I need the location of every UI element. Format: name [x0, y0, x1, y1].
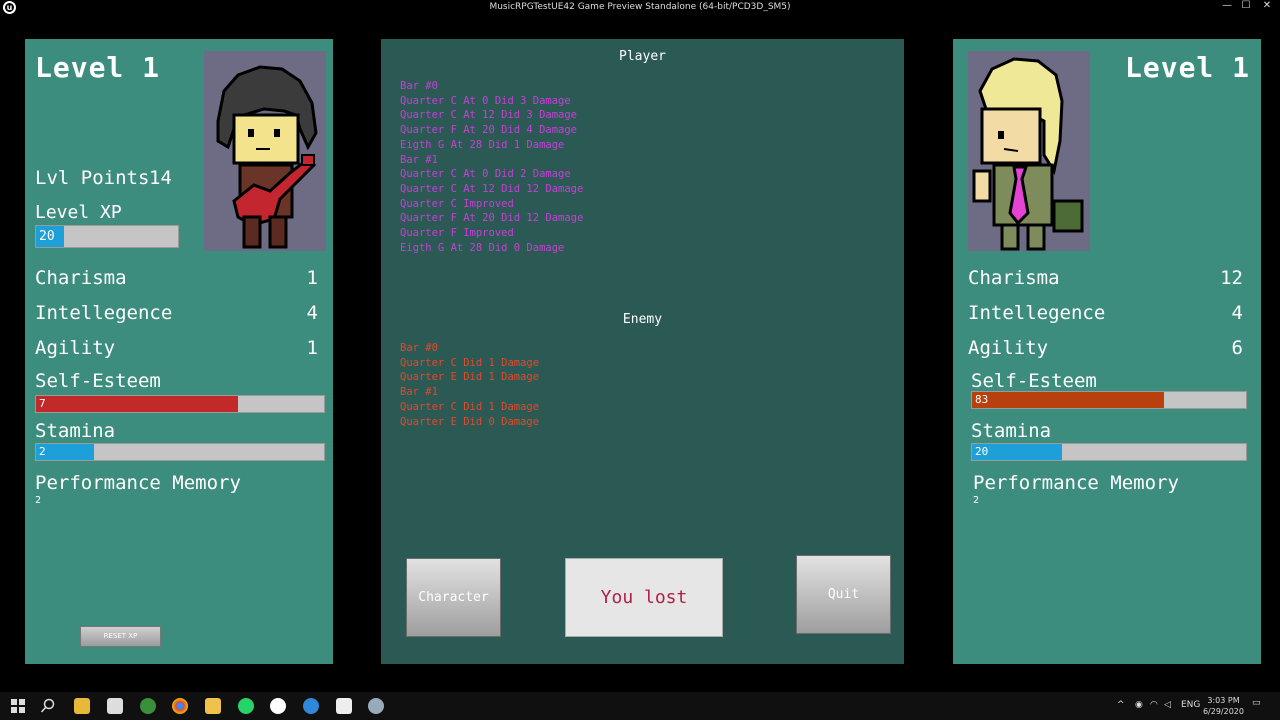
player-log: Bar #0 Quarter C At 0 Did 3 Damage Quarter…: [400, 79, 583, 255]
enemy-log-line: Quarter C Did 1 Damage: [400, 400, 540, 413]
search-icon[interactable]: [40, 698, 56, 714]
self-esteem-bar: 7: [35, 395, 325, 413]
player-level-title: Level 1: [35, 51, 161, 84]
player-log-line: Quarter C At 12 Did 3 Damage: [400, 109, 578, 122]
enemy-self-esteem-value: 83: [975, 393, 989, 406]
player-portrait: [204, 51, 326, 251]
enemy-stat-label-agility: Agility: [968, 337, 1049, 359]
enemy-stat-value-charisma: 12: [1220, 267, 1243, 289]
quit-button[interactable]: Quit: [796, 555, 891, 634]
tray-app-icon[interactable]: ◉: [1135, 700, 1143, 710]
close-button[interactable]: ✕: [1258, 0, 1276, 14]
enemy-stats-panel: Level 1 Charisma 12 Intellegence 4 Agili…: [953, 39, 1261, 664]
player-log-line: Quarter C At 0 Did 2 Damage: [400, 168, 571, 181]
lvl-points-value: 14: [149, 167, 172, 189]
enemy-stat-value-agility: 6: [1231, 337, 1243, 359]
enemy-log-heading: Enemy: [622, 312, 663, 327]
player-log-line: Bar #1: [400, 153, 438, 166]
document-icon[interactable]: [336, 698, 352, 714]
enemy-log: Bar #0 Quarter C Did 1 Damage Quarter E Di…: [400, 341, 539, 429]
window-title: MusicRPGTestUE42 Game Preview Standalone…: [489, 2, 791, 12]
player-log-line: Quarter F Improved: [400, 227, 514, 240]
enemy-stat-value-intelligence: 4: [1231, 302, 1243, 324]
character-button[interactable]: Character: [406, 558, 501, 637]
stamina-label: Stamina: [35, 420, 116, 442]
enemy-portrait: [968, 51, 1090, 251]
performance-memory-label: Performance Memory: [35, 472, 241, 494]
player-log-line: Eigth G At 28 Did 1 Damage: [400, 138, 565, 151]
player-log-line: Quarter C At 12 Did 12 Damage: [400, 182, 584, 195]
enemy-self-esteem-label: Self-Esteem: [971, 370, 1097, 392]
battle-log-panel: Player Bar #0 Quarter C At 0 Did 3 Damage…: [381, 39, 904, 664]
enemy-self-esteem-bar: 83: [971, 391, 1247, 409]
clock-date: 6/29/2020: [1202, 707, 1244, 716]
start-menu-icon[interactable]: [10, 698, 26, 714]
enemy-stat-label-charisma: Charisma: [968, 267, 1060, 289]
level-xp-label: Level XP: [35, 202, 122, 223]
stamina-value: 2: [39, 445, 46, 458]
player-log-heading: Player: [619, 49, 666, 64]
player-log-line: Quarter C Improved: [400, 197, 514, 210]
level-xp-bar: 20: [35, 225, 179, 248]
unreal-engine-icon[interactable]: [270, 698, 286, 714]
enemy-stat-label-intelligence: Intellegence: [968, 302, 1106, 324]
minimize-button[interactable]: —: [1218, 0, 1236, 14]
stat-label-intelligence: Intellegence: [35, 302, 173, 324]
enemy-stamina-bar: 20: [971, 443, 1247, 461]
enemy-log-line: Bar #1: [400, 386, 438, 399]
enemy-log-line: Quarter E Did 1 Damage: [400, 371, 540, 384]
stat-value-charisma: 1: [306, 267, 318, 289]
performance-memory-value: 2: [35, 495, 42, 506]
enemy-log-line: Quarter E Did 0 Damage: [400, 415, 540, 428]
lvl-points-label: Lvl Points: [35, 167, 150, 189]
enemy-performance-memory-label: Performance Memory: [973, 472, 1179, 494]
player-log-line: Bar #0: [400, 80, 438, 92]
enemy-performance-memory-value: 2: [973, 495, 980, 506]
level-xp-value: 20: [39, 229, 55, 244]
language-indicator[interactable]: ENG: [1181, 700, 1200, 710]
browser-icon[interactable]: [303, 698, 319, 714]
stat-label-charisma: Charisma: [35, 267, 127, 289]
enemy-level-title: Level 1: [1125, 51, 1251, 84]
player-stats-panel: Level 1 Lvl Points 14 Level XP 20 Charis…: [25, 39, 333, 664]
self-esteem-value: 7: [39, 397, 46, 410]
calculator-icon[interactable]: [107, 698, 123, 714]
wifi-icon[interactable]: ◠: [1150, 700, 1158, 710]
self-esteem-label: Self-Esteem: [35, 370, 161, 392]
stamina-bar: 2: [35, 443, 325, 461]
enemy-stamina-label: Stamina: [971, 420, 1052, 442]
media-app-icon[interactable]: [368, 698, 384, 714]
enemy-self-esteem-fill: [972, 392, 1164, 408]
volume-icon[interactable]: ◁: [1164, 700, 1171, 710]
stat-value-agility: 1: [306, 337, 318, 359]
player-log-line: Quarter C At 0 Did 3 Damage: [400, 94, 571, 107]
player-log-line: Quarter F At 20 Did 12 Damage: [400, 212, 584, 225]
whatsapp-icon[interactable]: [238, 698, 254, 714]
maximize-button[interactable]: ☐: [1237, 0, 1255, 14]
blonde-businessman-portrait-icon: [972, 57, 1084, 251]
window-title-bar: u MusicRPGTestUE42 Game Preview Standalo…: [0, 0, 1280, 16]
notes-app-icon[interactable]: [205, 698, 221, 714]
clock-time: 3:03 PM: [1207, 696, 1240, 705]
shield-app-icon[interactable]: [140, 698, 156, 714]
player-log-line: Eigth G At 28 Did 0 Damage: [400, 241, 565, 254]
stat-label-agility: Agility: [35, 337, 116, 359]
player-log-line: Quarter F At 20 Did 4 Damage: [400, 124, 578, 137]
self-esteem-fill: [36, 396, 238, 412]
result-message: You lost: [565, 558, 723, 637]
guitarist-portrait-icon: [216, 65, 318, 249]
enemy-stamina-value: 20: [975, 445, 989, 458]
reset-xp-button[interactable]: RESET XP: [80, 626, 161, 647]
enemy-log-line: Bar #0: [400, 342, 438, 354]
file-explorer-icon[interactable]: [74, 698, 90, 714]
chrome-icon[interactable]: [172, 698, 188, 714]
system-clock[interactable]: 3:03 PM 6/29/2020: [1203, 695, 1244, 717]
windows-taskbar: ^ ◉ ◠ ◁ ENG 3:03 PM 6/29/2020 ▭: [0, 692, 1280, 720]
enemy-log-line: Quarter C Did 1 Damage: [400, 356, 540, 369]
notifications-icon[interactable]: ▭: [1252, 698, 1261, 708]
tray-chevron-up-icon[interactable]: ^: [1117, 700, 1125, 710]
stat-value-intelligence: 4: [306, 302, 318, 324]
